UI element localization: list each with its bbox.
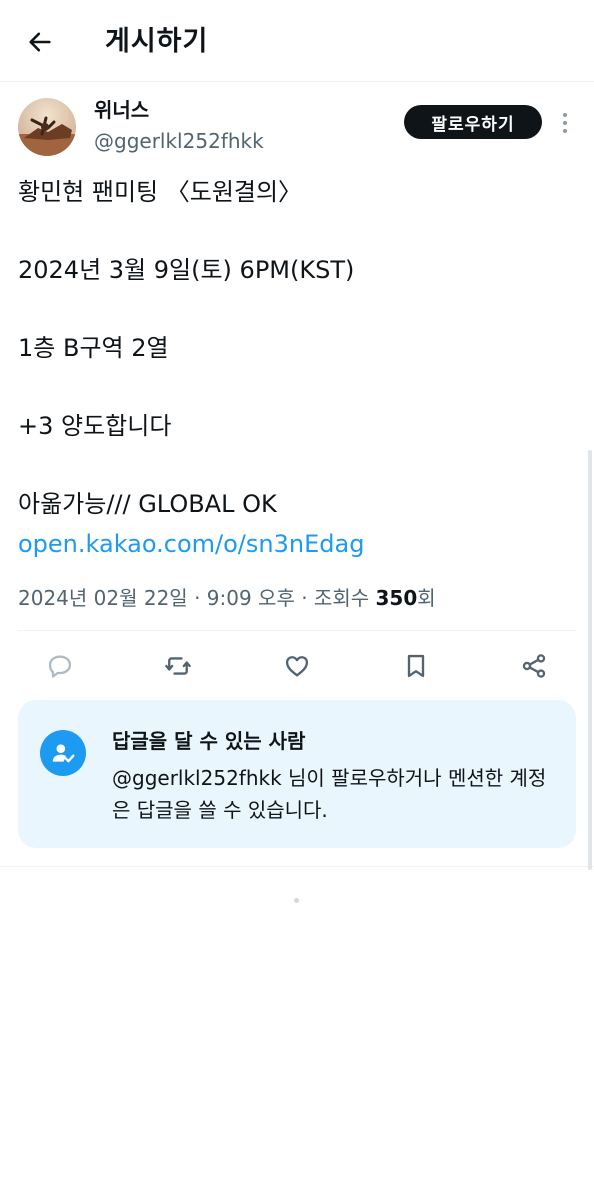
top-app-bar: 게시하기 xyxy=(0,0,594,82)
repost-button[interactable] xyxy=(160,648,196,684)
reply-restriction-title: 답글을 달 수 있는 사람 xyxy=(112,729,306,753)
scrollbar[interactable] xyxy=(588,450,592,870)
arrow-left-icon xyxy=(29,32,51,52)
divider xyxy=(0,866,594,867)
post-text-line: +3 양도합니다 xyxy=(18,412,172,440)
share-button[interactable] xyxy=(516,648,552,684)
heart-icon xyxy=(285,656,309,677)
back-button[interactable] xyxy=(22,24,58,60)
post-datetime[interactable]: 2024년 02월 22일 · 9:09 오후 · 조회수 xyxy=(18,586,375,610)
more-dot-icon xyxy=(563,113,567,117)
more-dot-icon xyxy=(563,129,567,133)
view-count-suffix: 회 xyxy=(417,586,436,610)
follow-button[interactable]: 팔로우하기 xyxy=(404,105,542,139)
avatar[interactable] xyxy=(18,98,76,156)
more-dot-icon xyxy=(563,121,567,125)
person-check-icon xyxy=(40,730,86,776)
post-text-line: 2024년 3월 9일(토) 6PM(KST) xyxy=(18,256,355,284)
loading-indicator xyxy=(294,898,299,903)
post-text-line: 1층 B구역 2열 xyxy=(18,334,169,362)
reply-restriction-description: @ggerlkl252fhkk 님이 팔로우하거나 멘션한 계정은 답글을 쓸 … xyxy=(112,766,547,822)
reply-restriction-notice: 답글을 달 수 있는 사람 @ggerlkl252fhkk 님이 팔로우하거나 … xyxy=(18,700,576,848)
reply-icon xyxy=(48,655,72,678)
author-handle[interactable]: @ggerlkl252fhkk xyxy=(94,127,264,155)
post-text-line: 황민현 팬미팅 〈도원결의〉 xyxy=(18,178,303,206)
share-icon xyxy=(522,654,546,678)
more-options-button[interactable] xyxy=(556,110,574,136)
reply-button[interactable] xyxy=(42,648,78,684)
post-link[interactable]: open.kakao.com/o/sn3nEdag xyxy=(18,530,364,558)
author-display-name[interactable]: 위너스 xyxy=(94,96,149,124)
page-title: 게시하기 xyxy=(105,26,209,57)
bookmark-icon xyxy=(407,654,425,678)
divider xyxy=(18,630,576,631)
post-text-line: 아옮가능/// GLOBAL OK xyxy=(18,490,277,518)
bookmark-button[interactable] xyxy=(398,648,434,684)
like-button[interactable] xyxy=(279,648,315,684)
view-count: 350 xyxy=(375,586,418,610)
post-meta: 2024년 02월 22일 · 9:09 오후 · 조회수 350회 xyxy=(18,582,436,614)
repost-icon xyxy=(165,657,191,675)
